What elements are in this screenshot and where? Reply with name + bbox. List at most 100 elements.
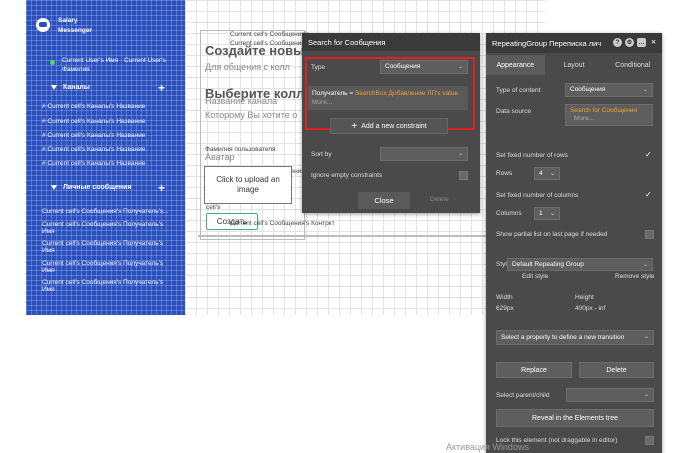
- ignore-empty-checkbox[interactable]: [459, 171, 468, 180]
- select-parent-label: Select parent/child: [496, 392, 550, 399]
- rows-label: Rows: [496, 170, 513, 177]
- app-title-line1: Salary: [58, 17, 78, 24]
- dm-label: Личные сообщения: [63, 184, 132, 191]
- channel-row[interactable]: # Current cell's Каналы's Название: [42, 146, 145, 153]
- close-icon[interactable]: ✕: [649, 38, 658, 47]
- dm-section-header[interactable]: Личные сообщения: [51, 184, 132, 191]
- chevron-down-icon: [51, 85, 57, 90]
- avatar-label: Аватар: [205, 152, 235, 162]
- fixed-columns-label: Set fixed number of columns: [496, 192, 579, 199]
- width-label: Width: [496, 294, 513, 301]
- channel-row[interactable]: # Current cell's Каналы's Название: [42, 118, 145, 125]
- data-source-field[interactable]: Search for Сообщения More...: [565, 104, 653, 126]
- type-of-content-label: Type of content: [496, 87, 541, 94]
- chevron-down-icon: ⌄: [457, 151, 463, 157]
- fixed-rows-label: Set fixed number of rows: [496, 152, 568, 159]
- windows-activation-watermark: Активация Windows: [446, 442, 529, 452]
- help-icon[interactable]: ?: [613, 38, 622, 47]
- cells-label: cell's: [206, 204, 221, 211]
- delete-element-label: Delete: [606, 366, 627, 374]
- dm-row[interactable]: Имя: [42, 286, 55, 293]
- replace-button[interactable]: Replace: [496, 362, 572, 378]
- cell-text: Current cell's Сообщения's: [230, 31, 310, 38]
- height-label: Height: [575, 294, 594, 301]
- type-of-content-value: Сообщения: [570, 86, 606, 93]
- reveal-in-elements-tree-button[interactable]: Reveal in the Elements tree: [496, 409, 654, 427]
- chevron-down-icon: ⌄: [643, 392, 649, 398]
- chevron-down-icon: ⌄: [642, 262, 648, 268]
- dm-row[interactable]: Current cell's Сообщения's Получатель's: [42, 221, 163, 228]
- close-dialog-button[interactable]: Close: [358, 192, 410, 209]
- select-parent-dropdown[interactable]: ⌄: [566, 388, 654, 402]
- user-surname: Current User's: [124, 57, 166, 64]
- online-status-icon: [50, 60, 55, 65]
- channels-label: Каналы: [63, 84, 90, 91]
- height-value[interactable]: 400px - inf: [575, 305, 605, 312]
- user-surname-line2: Фамилия: [62, 66, 90, 73]
- data-source-label: Data source: [496, 108, 532, 115]
- tab-appearance[interactable]: Appearance: [486, 55, 545, 75]
- lock-element-checkbox[interactable]: [645, 436, 654, 445]
- channel-name-label: Название канала: [205, 96, 278, 106]
- partial-list-checkbox[interactable]: [645, 230, 654, 239]
- search-dialog-title: Search for Сообщения: [302, 33, 480, 51]
- gear-icon[interactable]: ⚙: [625, 38, 634, 47]
- app-title: Salary Messenger: [58, 16, 92, 36]
- create-heading: Создайте новы: [205, 43, 305, 58]
- dm-row[interactable]: Current cell's Сообщения's Получатель's.…: [42, 208, 169, 215]
- fixed-columns-checkmark-icon[interactable]: ✓: [645, 190, 652, 199]
- transition-placeholder: Select a property to define a new transi…: [501, 334, 625, 341]
- fixed-rows-checkmark-icon[interactable]: ✓: [645, 150, 652, 159]
- app-sidebar-preview[interactable]: Salary Messenger Current User's Имя Curr…: [26, 0, 185, 315]
- dm-row[interactable]: Имя: [42, 247, 55, 254]
- recipient-label: Которому Вы хотите о: [205, 110, 298, 120]
- user-surname-line1: Current User's: [124, 57, 166, 64]
- channel-row[interactable]: # Current cell's Каналы's Название: [42, 103, 145, 110]
- property-tabs: Appearance Layout Conditional: [486, 55, 662, 75]
- add-constraint-button[interactable]: + Add a new constraint: [330, 118, 448, 134]
- width-value[interactable]: 629px: [496, 305, 514, 312]
- sort-by-dropdown[interactable]: ⌄: [380, 147, 468, 161]
- delete-element-button[interactable]: Delete: [579, 362, 654, 378]
- delete-dialog-button[interactable]: Delete: [430, 196, 449, 203]
- data-source-value: Search for Сообщения: [570, 107, 638, 114]
- dm-row[interactable]: Current cell's Сообщения's Получатель's: [42, 260, 163, 267]
- user-name: Current User's Имя: [62, 57, 119, 64]
- add-dm-plus-icon[interactable]: +: [158, 181, 165, 195]
- tab-conditional[interactable]: Conditional: [603, 55, 662, 75]
- style-dropdown[interactable]: Default Repeating Group ⌄: [507, 258, 653, 271]
- edit-style-link[interactable]: Edit style: [522, 273, 548, 280]
- app-title-line2: Messenger: [58, 27, 92, 34]
- tab-layout[interactable]: Layout: [545, 55, 604, 75]
- dm-row[interactable]: Имя: [42, 267, 55, 274]
- divider: [198, 235, 488, 237]
- image-uploader[interactable]: Click to upload an image: [204, 166, 292, 204]
- transition-dropdown[interactable]: Select a property to define a new transi…: [496, 330, 654, 345]
- chat-logo-icon: [36, 18, 50, 32]
- dm-row[interactable]: Current cell's Сообщения's Получатель's: [42, 279, 163, 286]
- channels-section-header[interactable]: Каналы: [51, 84, 90, 91]
- sort-by-label: Sort by: [311, 151, 332, 158]
- rows-dropdown[interactable]: 4 ⌄: [534, 167, 560, 180]
- chevron-down-icon: ⌄: [549, 211, 555, 217]
- cell-text-bottom: Current cell's Сообщения's Контркт: [230, 220, 335, 227]
- comment-icon[interactable]: …: [637, 38, 646, 47]
- property-editor-icons: ? ⚙ … ✕: [613, 38, 658, 47]
- remove-style-link[interactable]: Remove style: [615, 273, 654, 280]
- dm-row[interactable]: Имя: [42, 228, 55, 235]
- columns-dropdown[interactable]: 1 ⌄: [534, 207, 560, 220]
- partial-list-label: Show partial list on last page if needed: [496, 231, 608, 238]
- plus-icon: +: [351, 120, 358, 132]
- channel-row[interactable]: # Current cell's Каналы's Название: [42, 132, 145, 139]
- chevron-down-icon: [51, 185, 57, 190]
- rows-value: 4: [539, 170, 543, 177]
- upload-text: Click to upload an image: [216, 175, 280, 194]
- type-of-content-dropdown[interactable]: Сообщения ⌄: [565, 83, 653, 97]
- add-channel-plus-icon[interactable]: +: [158, 81, 165, 95]
- chevron-down-icon: ⌄: [643, 334, 649, 340]
- dm-row[interactable]: Current cell's Сообщения's Получатель's: [42, 240, 163, 247]
- channel-row[interactable]: # Current cell's Каналы's Название: [42, 160, 145, 167]
- data-source-more-link[interactable]: More...: [570, 115, 648, 123]
- chevron-down-icon: ⌄: [642, 87, 648, 93]
- reveal-button-label: Reveal in the Elements tree: [532, 414, 618, 422]
